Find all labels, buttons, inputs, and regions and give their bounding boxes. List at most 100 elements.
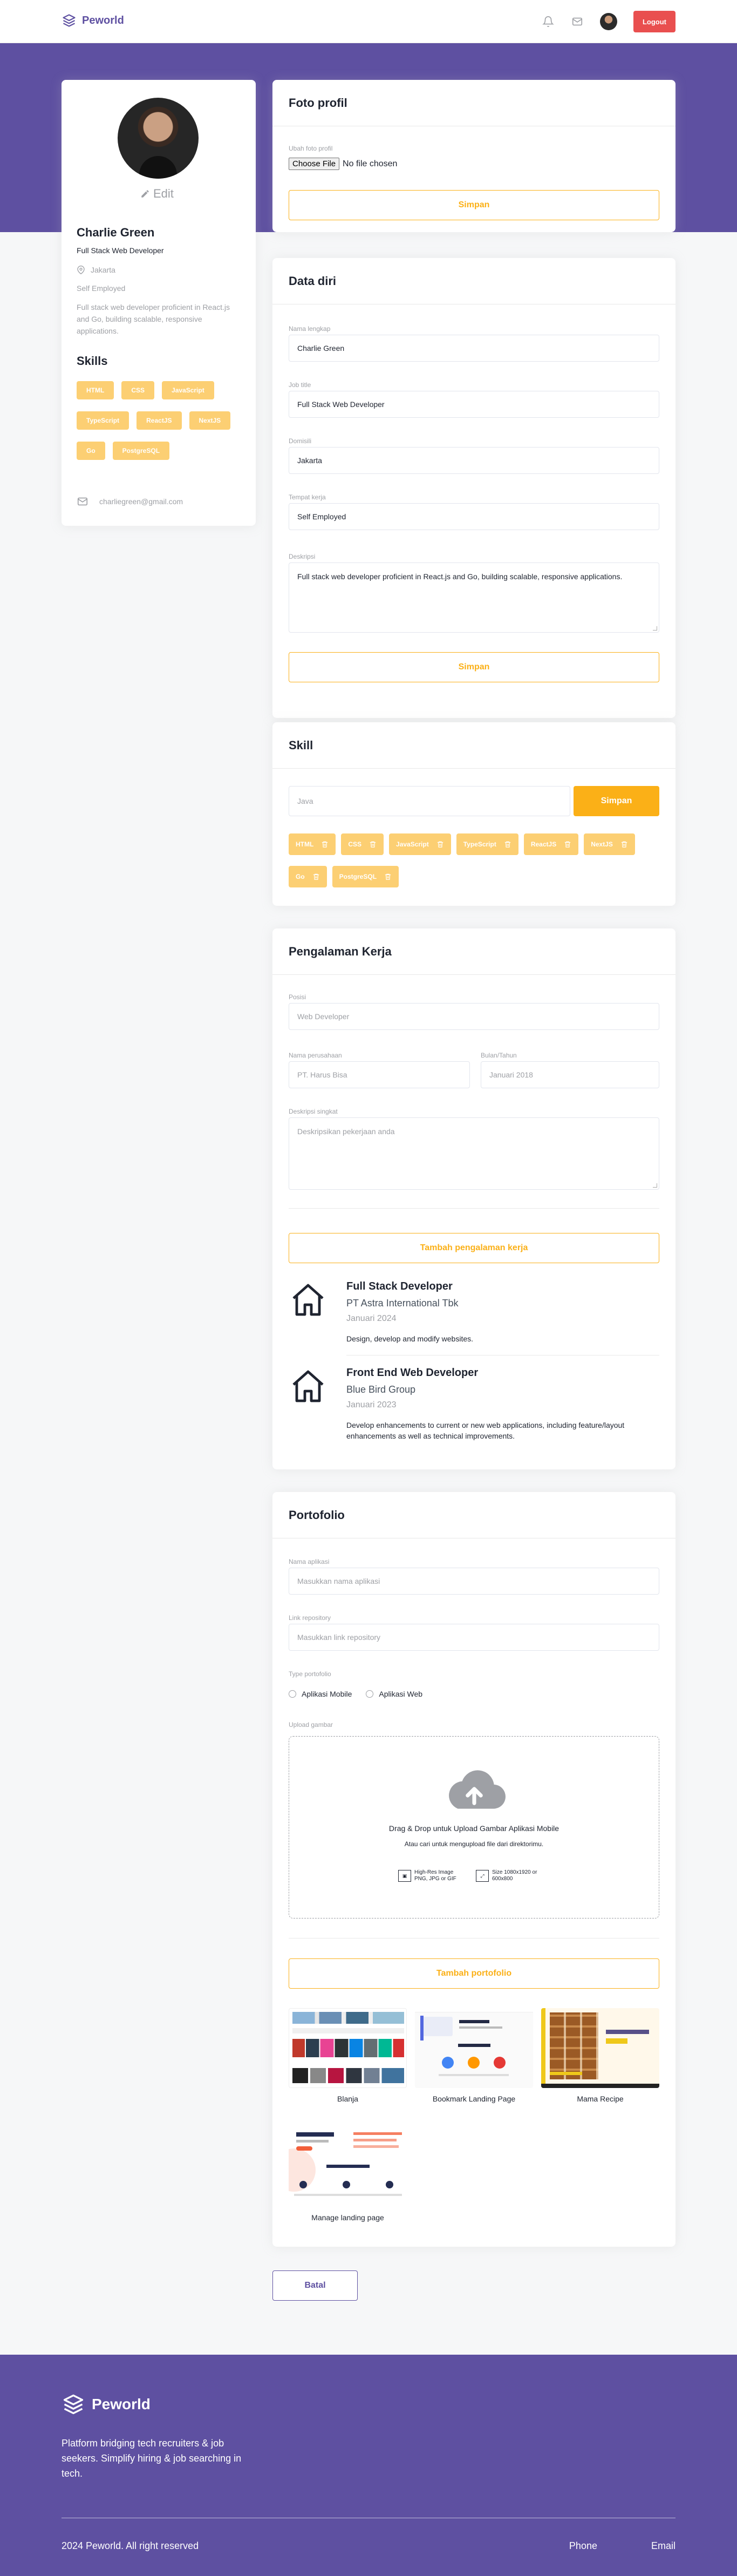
experience-description: Develop enhancements to current or new w… xyxy=(346,1421,625,1440)
trash-icon[interactable] xyxy=(312,873,320,880)
mail-icon[interactable] xyxy=(571,15,584,28)
description-textarea[interactable]: Full stack web developer proficient in R… xyxy=(289,562,659,633)
image-icon: ▣ xyxy=(398,1870,411,1882)
skill-chip: JavaScript xyxy=(162,381,214,399)
skill-chip: HTML xyxy=(289,833,336,855)
radio-circle[interactable] xyxy=(289,1690,296,1698)
radio-mobile-label: Aplikasi Mobile xyxy=(302,1690,352,1698)
job-desc-textarea[interactable]: Deskripsikan pekerjaan anda xyxy=(289,1117,659,1190)
job-title-label: Job title xyxy=(289,381,311,389)
upload-dropzone[interactable]: Drag & Drop untuk Upload Gambar Aplikasi… xyxy=(289,1736,659,1919)
portfolio-type-group: Aplikasi Mobile Aplikasi Web xyxy=(289,1690,422,1698)
save-photo-button[interactable]: Simpan xyxy=(289,190,659,220)
skill-chip-label: ReactJS xyxy=(530,840,557,848)
skill-chip: JavaScript xyxy=(389,833,451,855)
portfolio-thumbnail[interactable] xyxy=(289,2127,407,2207)
file-input[interactable]: Choose File No file chosen xyxy=(289,158,397,170)
save-personal-data-button[interactable]: Simpan xyxy=(289,652,659,682)
profile-name: Charlie Green xyxy=(77,226,155,239)
footer-link-email[interactable]: Email xyxy=(651,2540,675,2552)
trash-icon[interactable] xyxy=(436,840,444,848)
footer-links: Phone Email xyxy=(569,2540,675,2552)
bell-icon[interactable] xyxy=(542,15,555,28)
radio-mobile[interactable]: Aplikasi Mobile xyxy=(289,1690,352,1698)
edit-photo-link[interactable]: Edit xyxy=(140,187,174,201)
portfolio-item[interactable]: Bookmark Landing Page xyxy=(415,2008,533,2103)
trash-icon[interactable] xyxy=(504,840,511,848)
resize-handle[interactable] xyxy=(653,626,657,631)
trash-icon[interactable] xyxy=(564,840,571,848)
portfolio-thumbnail[interactable] xyxy=(541,2008,659,2088)
skill-chip: Go xyxy=(289,866,327,887)
skill-chip-label: TypeScript xyxy=(463,840,496,848)
trash-icon[interactable] xyxy=(384,873,392,880)
add-portfolio-button[interactable]: Tambah portofolio xyxy=(289,1958,659,1989)
portfolio-thumbnail[interactable] xyxy=(289,2008,407,2088)
brand-logo[interactable]: Peworld xyxy=(62,13,124,28)
work-experience-card: Pengalaman Kerja Posisi Web Developer Na… xyxy=(272,928,675,1469)
file-label: Ubah foto profil xyxy=(289,145,333,152)
portfolio-item[interactable]: Manage landing page xyxy=(289,2127,407,2222)
portfolio-item[interactable]: Blanja xyxy=(289,2008,407,2103)
company-input[interactable]: PT. Harus Bisa xyxy=(289,1061,470,1088)
trash-icon[interactable] xyxy=(369,840,377,848)
profile-skill-list: HTML CSS JavaScript TypeScript ReactJS N… xyxy=(77,381,241,460)
trash-icon[interactable] xyxy=(620,840,628,848)
choose-file-button[interactable]: Choose File xyxy=(289,158,340,170)
radio-web[interactable]: Aplikasi Web xyxy=(366,1690,422,1698)
cancel-button[interactable]: Batal xyxy=(272,2270,358,2301)
job-title-field[interactable]: Full Stack Web Developer xyxy=(289,391,659,418)
profile-job-title: Full Stack Web Developer xyxy=(77,246,164,255)
expand-icon: ⤢ xyxy=(476,1870,489,1882)
footer-brand[interactable]: Peworld xyxy=(62,2392,151,2416)
profile-location: Jakarta xyxy=(77,266,115,274)
full-name-field[interactable]: Charlie Green xyxy=(289,335,659,362)
repo-input[interactable]: Masukkan link repository xyxy=(289,1624,659,1651)
photo-card-title: Foto profil xyxy=(272,80,675,126)
experience-description: Design, develop and modify websites. xyxy=(346,1334,474,1343)
footer-link-phone[interactable]: Phone xyxy=(569,2540,597,2552)
app-name-input[interactable]: Masukkan nama aplikasi xyxy=(289,1568,659,1595)
domicile-label: Domisili xyxy=(289,437,311,445)
profile-description: Full stack web developer proficient in R… xyxy=(77,303,230,335)
location-text: Jakarta xyxy=(91,266,115,274)
skill-chip: ReactJS xyxy=(137,411,182,430)
save-skill-button[interactable]: Simpan xyxy=(574,786,659,816)
description-value: Full stack web developer proficient in R… xyxy=(297,572,623,581)
skill-chip: CSS xyxy=(121,381,155,399)
workplace-label: Tempat kerja xyxy=(289,493,326,501)
skill-chip: PostgreSQL xyxy=(332,866,399,887)
workplace-field[interactable]: Self Employed xyxy=(289,503,659,530)
skill-chip: NextJS xyxy=(584,833,635,855)
portfolio-name: Blanja xyxy=(337,2094,358,2103)
footer: Peworld Platform bridging tech recruiter… xyxy=(0,2355,737,2576)
nav-actions: Logout xyxy=(542,11,675,32)
skill-input-value: Java xyxy=(297,797,313,805)
add-experience-button[interactable]: Tambah pengalaman kerja xyxy=(289,1233,659,1263)
photo-card: Foto profil Ubah foto profil Choose File… xyxy=(272,80,675,232)
type-label: Type portofolio xyxy=(289,1670,331,1678)
experience-title: Front End Web Developer xyxy=(346,1367,479,1379)
portfolio-item[interactable]: Mama Recipe xyxy=(541,2008,659,2103)
radio-circle[interactable] xyxy=(366,1690,374,1698)
skill-chip-label: JavaScript xyxy=(396,840,429,848)
personal-data-card: Data diri Nama lengkap Charlie Green Job… xyxy=(272,258,675,718)
skill-chip: ReactJS xyxy=(523,833,579,855)
avatar[interactable] xyxy=(600,13,617,30)
upload-title: Drag & Drop untuk Upload Gambar Aplikasi… xyxy=(388,1824,559,1833)
cloud-upload-icon xyxy=(449,1770,506,1809)
map-pin-icon xyxy=(77,266,85,274)
skill-chip-label: NextJS xyxy=(591,840,613,848)
skill-input[interactable]: Java xyxy=(289,786,570,816)
portfolio-thumbnail[interactable] xyxy=(415,2008,533,2088)
position-input[interactable]: Web Developer xyxy=(289,1003,659,1030)
resize-handle[interactable] xyxy=(653,1183,657,1188)
trash-icon[interactable] xyxy=(321,840,329,848)
logout-button[interactable]: Logout xyxy=(633,11,675,32)
date-input[interactable]: Januari 2018 xyxy=(481,1061,659,1088)
domicile-field[interactable]: Jakarta xyxy=(289,447,659,474)
profile-email: charliegreen@gmail.com xyxy=(77,496,183,507)
portfolio-name: Mama Recipe xyxy=(577,2094,624,2103)
home-icon xyxy=(292,1284,324,1316)
footer-copyright: 2024 Peworld. All right reserved xyxy=(62,2540,199,2551)
